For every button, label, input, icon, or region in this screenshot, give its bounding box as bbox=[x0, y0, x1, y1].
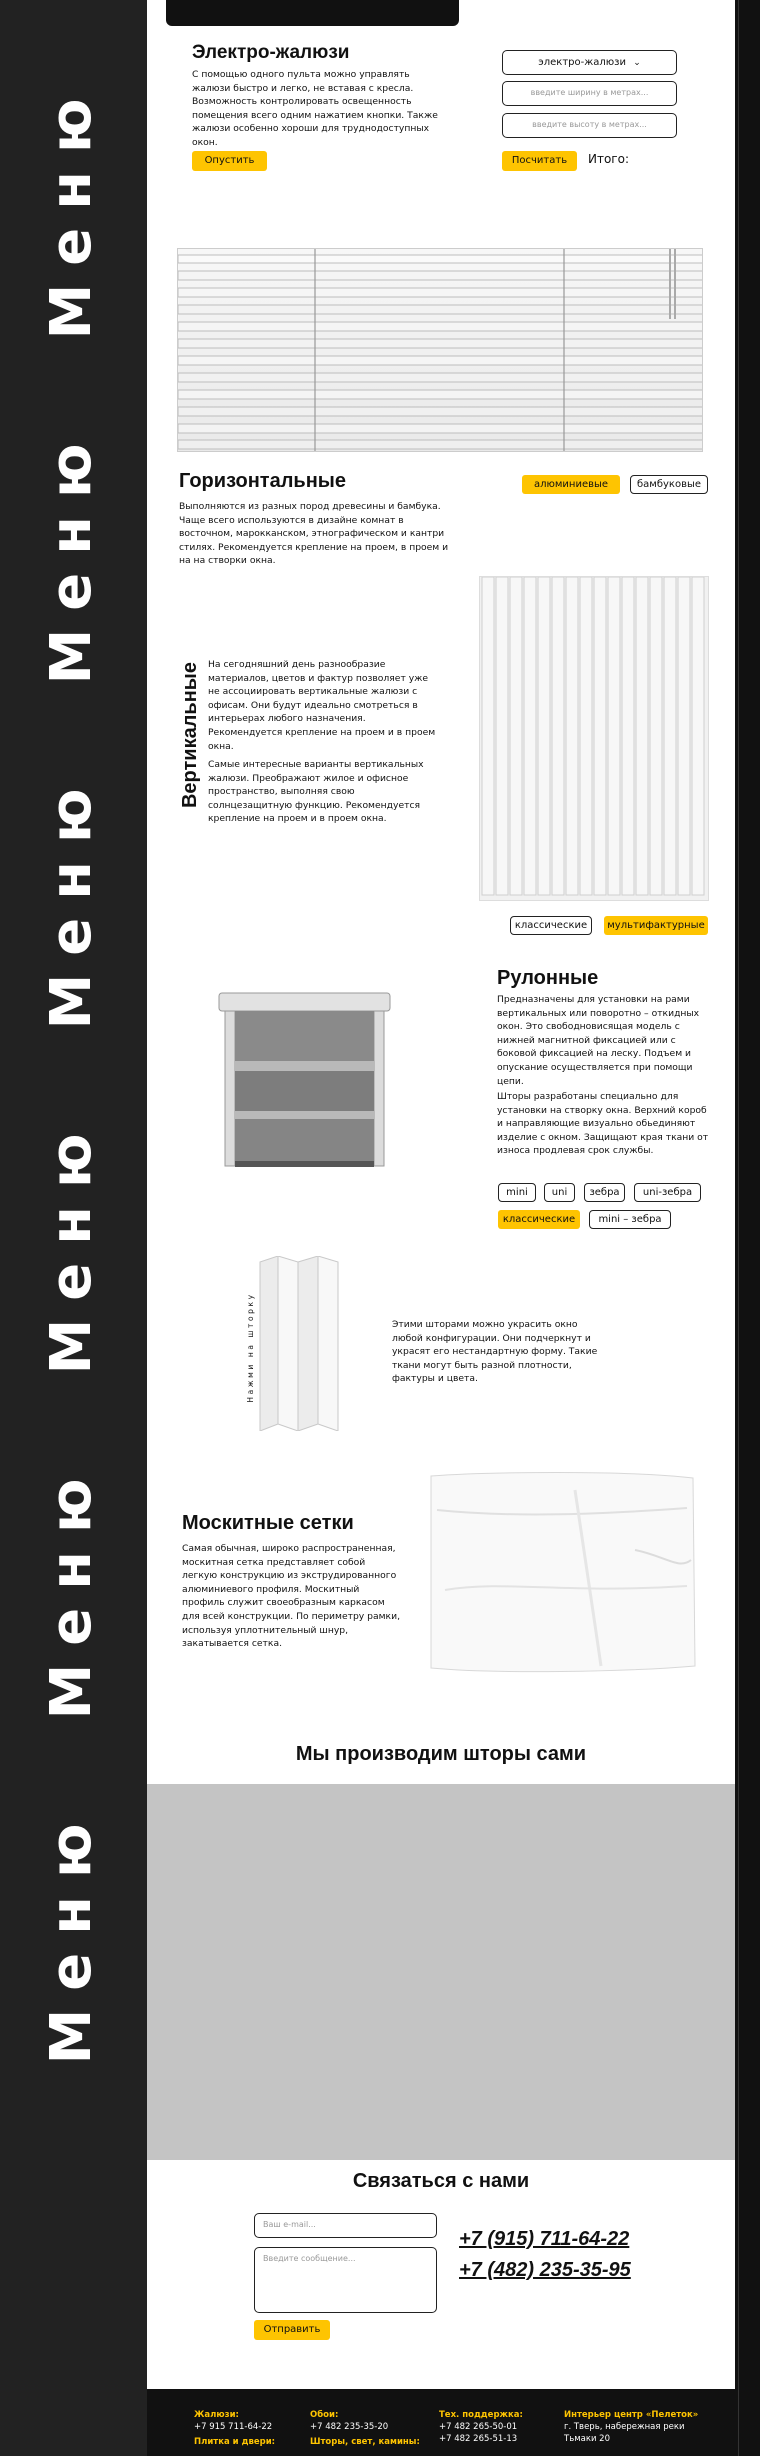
menu-link[interactable]: Меню bbox=[22, 75, 122, 345]
mini-zebra-button[interactable]: mini – зебра bbox=[589, 1210, 671, 1229]
electro-title: Электро-жалюзи bbox=[192, 42, 350, 63]
footer-wallpaper-phone[interactable]: +7 482 235-35-20 bbox=[310, 2421, 420, 2433]
horizontal-blinds-image[interactable] bbox=[177, 248, 703, 452]
electro-text: С помощью одного пульта можно управлять … bbox=[192, 69, 438, 148]
menu-link[interactable]: Меню bbox=[22, 1800, 122, 2070]
vertical-text-1: На сегодняшний день разнообразие материа… bbox=[208, 659, 436, 752]
contact-title: Связаться с нами bbox=[352, 2170, 530, 2192]
footer-address-line-2: Тьмаки 20 bbox=[564, 2434, 610, 2444]
page: Меню Меню Меню Меню Меню Меню Электро-жа… bbox=[0, 0, 760, 2456]
right-border-line bbox=[738, 0, 739, 2456]
vertical-text-2: Самые интересные варианты вертикальных ж… bbox=[208, 759, 424, 825]
email-field[interactable]: Ваш e-mail... bbox=[254, 2213, 437, 2238]
total-label: Итого: bbox=[588, 152, 629, 166]
mosquito-title: Москитные сетки bbox=[182, 1512, 354, 1534]
mosquito-text: Самая обычная, широко распространенная, … bbox=[182, 1543, 400, 1650]
menu-link[interactable]: Меню bbox=[22, 420, 122, 690]
phone-link-2[interactable]: +7 (482) 235-35-95 bbox=[459, 2259, 631, 2282]
calculate-button[interactable]: Посчитать bbox=[502, 151, 577, 171]
side-menu[interactable]: Меню Меню Меню Меню Меню Меню bbox=[0, 0, 147, 2456]
mosquito-net-image[interactable] bbox=[425, 1470, 699, 1675]
roller-title: Рулонные bbox=[497, 967, 599, 989]
footer-tiles-heading: Плитка и двери: bbox=[194, 2437, 276, 2447]
roller-text-2: Шторы разработаны специально для установ… bbox=[497, 1091, 709, 1157]
footer-col-support: Тех. поддержка: +7 482 265-50-01 +7 482 … bbox=[439, 2409, 523, 2445]
lower-button[interactable]: Опустить bbox=[192, 151, 267, 171]
roller-text-1: Предназначены для установки на рами верт… bbox=[497, 994, 700, 1087]
production-media-placeholder[interactable] bbox=[147, 1784, 735, 2160]
pleated-text: Этими шторами можно украсить окно любой … bbox=[392, 1319, 598, 1385]
footer-blinds-heading: Жалюзи: bbox=[194, 2410, 239, 2420]
pleated-side-label: Нажми на шторку bbox=[246, 1292, 255, 1403]
message-field[interactable]: Введите сообщение... bbox=[254, 2247, 437, 2313]
footer-curtains-heading: Шторы, свет, камины: bbox=[310, 2437, 420, 2447]
roller-classic-button[interactable]: классические bbox=[498, 1210, 580, 1229]
height-input[interactable]: введите высоту в метрах... bbox=[502, 113, 677, 138]
menu-link[interactable]: Меню bbox=[22, 765, 122, 1035]
phone-link-1[interactable]: +7 (915) 711-64-22 bbox=[459, 2228, 629, 2251]
menu-link[interactable]: Меню bbox=[22, 1110, 122, 1380]
menu-link[interactable]: Меню bbox=[22, 1455, 122, 1725]
footer-col-wallpaper: Обои: +7 482 235-35-20 Шторы, свет, ками… bbox=[310, 2409, 420, 2448]
blind-type-select[interactable]: электро-жалюзи ⌄ bbox=[502, 50, 677, 75]
footer-support-heading: Тех. поддержка: bbox=[439, 2410, 523, 2420]
footer-support-phone-1[interactable]: +7 482 265-50-01 bbox=[439, 2421, 523, 2433]
horizontal-title: Горизонтальные bbox=[179, 470, 347, 492]
aluminium-button[interactable]: алюминиевые bbox=[522, 475, 620, 494]
production-title: Мы производим шторы сами bbox=[295, 1743, 587, 1765]
pleated-blinds-image[interactable] bbox=[258, 1255, 340, 1432]
chevron-down-icon: ⌄ bbox=[633, 58, 641, 68]
uni-zebra-button[interactable]: uni-зебра bbox=[634, 1183, 701, 1202]
footer-wallpaper-heading: Обои: bbox=[310, 2410, 339, 2420]
classic-button[interactable]: классические bbox=[510, 916, 592, 935]
width-input[interactable]: введите ширину в метрах... bbox=[502, 81, 677, 106]
footer-address-line-1: г. Тверь, набережная реки bbox=[564, 2422, 685, 2432]
vertical-blinds-image[interactable] bbox=[479, 576, 709, 901]
multitexture-button[interactable]: мультифактурные bbox=[604, 916, 708, 935]
footer: Жалюзи: +7 915 711-64-22 Плитка и двери:… bbox=[147, 2389, 735, 2456]
bamboo-button[interactable]: бамбуковые bbox=[630, 475, 708, 494]
vertical-title: Вертикальные bbox=[179, 661, 201, 809]
footer-blinds-phone[interactable]: +7 915 711-64-22 bbox=[194, 2421, 275, 2433]
uni-button[interactable]: uni bbox=[544, 1183, 575, 1202]
roller-blinds-image[interactable] bbox=[217, 987, 392, 1172]
send-button[interactable]: Отправить bbox=[254, 2320, 330, 2340]
zebra-button[interactable]: зебра bbox=[584, 1183, 625, 1202]
footer-col-blinds: Жалюзи: +7 915 711-64-22 Плитка и двери: bbox=[194, 2409, 275, 2448]
mini-button[interactable]: mini bbox=[498, 1183, 536, 1202]
footer-support-phone-2[interactable]: +7 482 265-51-13 bbox=[439, 2433, 523, 2445]
blind-type-value: электро-жалюзи bbox=[538, 57, 626, 68]
horizontal-text: Выполняются из разных пород древесины и … bbox=[179, 501, 449, 567]
top-tab bbox=[166, 0, 459, 26]
footer-center-heading: Интерьер центр «Пелеток» bbox=[564, 2410, 699, 2420]
footer-col-address: Интерьер центр «Пелеток» г. Тверь, набер… bbox=[564, 2409, 698, 2445]
